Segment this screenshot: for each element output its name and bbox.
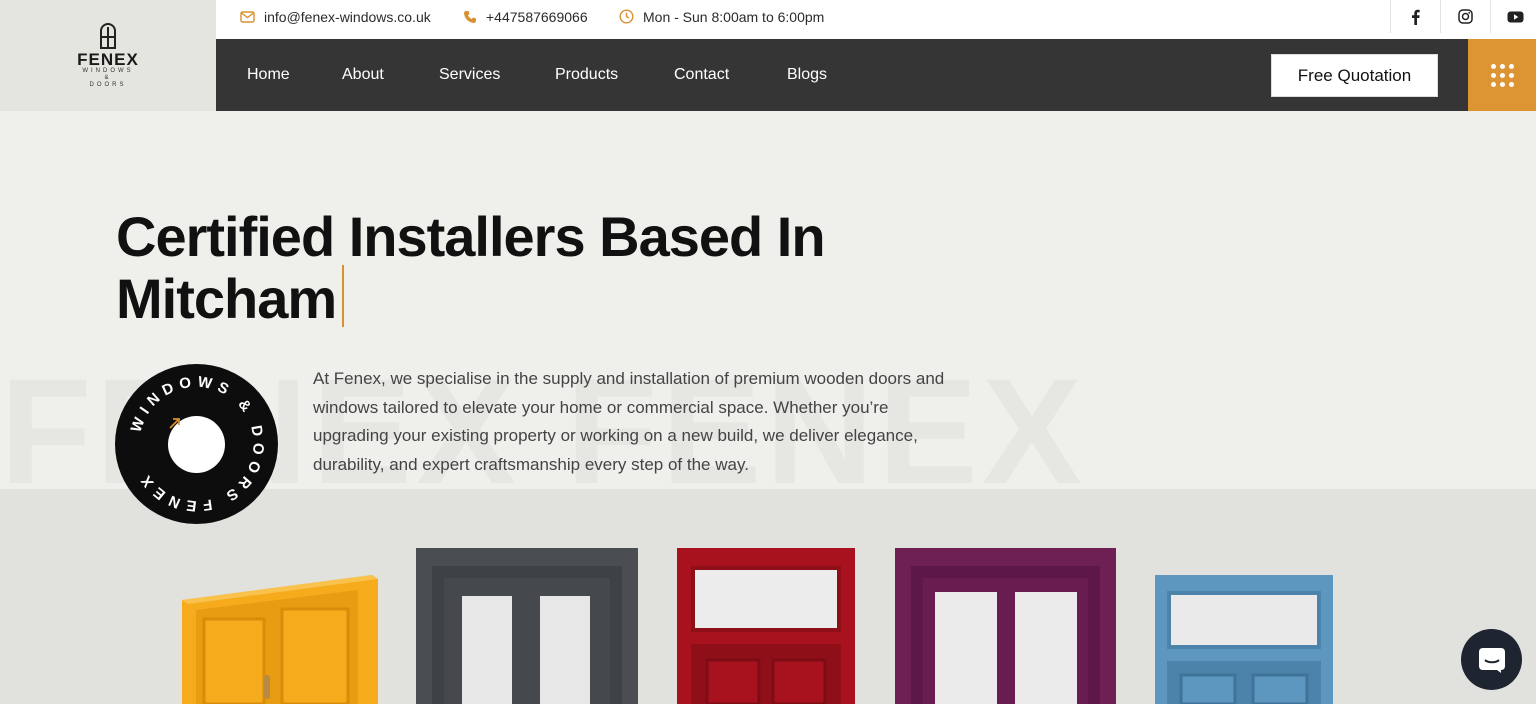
facebook-icon[interactable] [1390, 0, 1440, 33]
logo-sub-doors: DOORS [89, 81, 127, 88]
red-door-image [677, 548, 855, 704]
phone-text: +447587669066 [486, 8, 588, 25]
main-nav: Home About Services Products Contact Blo… [216, 39, 1468, 111]
nav-blogs[interactable]: Blogs [787, 39, 827, 111]
logo[interactable]: FENEX WINDOWS & DOORS [0, 0, 216, 111]
door-logo-icon [100, 22, 116, 49]
menu-grid-button[interactable] [1468, 39, 1536, 111]
arrow-up-right-icon [169, 418, 180, 429]
nav-home[interactable]: Home [247, 39, 290, 111]
yellow-door-image [182, 575, 378, 704]
chat-widget-button[interactable] [1461, 629, 1522, 690]
hours-text: Mon - Sun 8:00am to 6:00pm [643, 8, 825, 25]
phone-link[interactable]: +447587669066 [463, 0, 588, 33]
hero-title: Certified Installers Based In Mitcham [116, 206, 916, 330]
hero-description: At Fenex, we specialise in the supply an… [313, 369, 945, 474]
purple-door-image [895, 548, 1116, 704]
instagram-icon[interactable] [1440, 0, 1490, 33]
nav-contact[interactable]: Contact [674, 39, 729, 111]
clock-icon [619, 9, 634, 24]
typing-caret [342, 265, 345, 328]
mail-icon [240, 10, 255, 23]
phone-icon [463, 10, 477, 24]
hours-info: Mon - Sun 8:00am to 6:00pm [619, 0, 824, 33]
email-text: info@fenex-windows.co.uk [264, 8, 431, 25]
youtube-icon[interactable] [1490, 0, 1536, 33]
nav-services[interactable]: Services [439, 39, 500, 111]
logo-sub-windows: WINDOWS [82, 67, 134, 74]
hero-title-line1: Certified Installers Based In [116, 205, 826, 268]
grid-dots-icon [1490, 63, 1514, 87]
free-quotation-button[interactable]: Free Quotation [1271, 54, 1438, 97]
arrow-up-right-button[interactable] [168, 416, 225, 473]
email-link[interactable]: info@fenex-windows.co.uk [240, 0, 431, 33]
hero-title-line2: Mitcham [116, 267, 337, 330]
logo-sub-amp: & [104, 74, 112, 81]
chat-icon [1478, 647, 1505, 673]
top-bar: info@fenex-windows.co.uk +447587669066 M… [216, 0, 1536, 39]
nav-products[interactable]: Products [555, 39, 618, 111]
nav-about[interactable]: About [342, 39, 384, 111]
grey-door-image [416, 548, 638, 704]
rotating-badge: WINDOWS & DOORS FENEX [115, 364, 278, 524]
blue-door-image [1155, 575, 1333, 704]
logo-name: FENEX [77, 49, 139, 69]
